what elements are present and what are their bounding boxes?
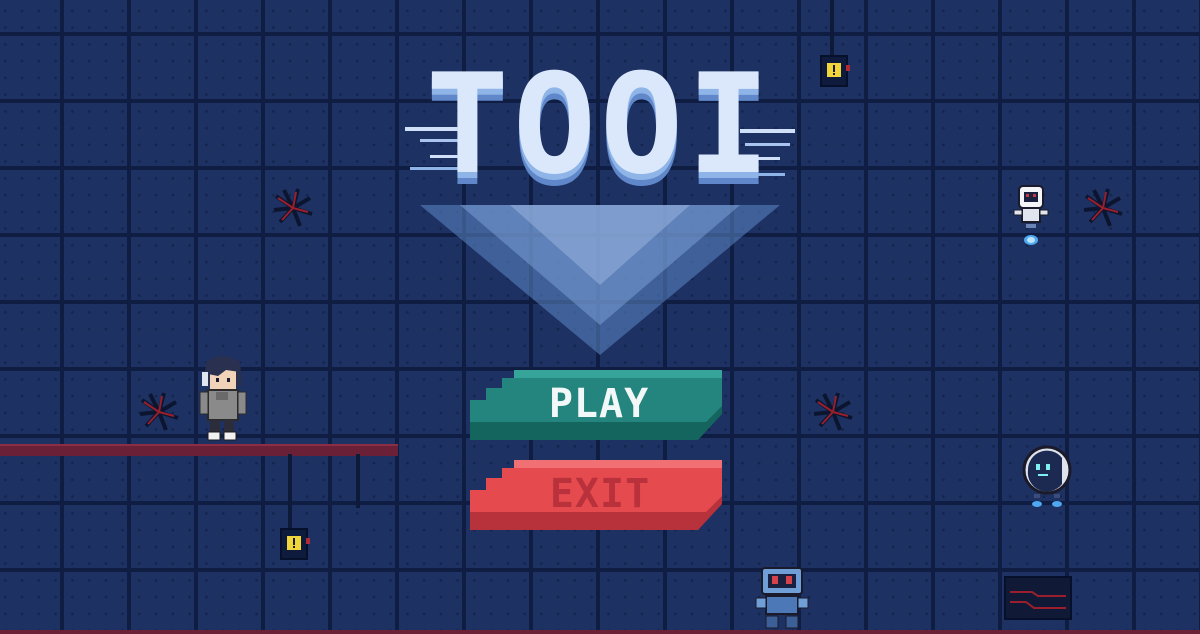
game-scene: TOOI PLAY EXIT xyxy=(0,0,1200,634)
hanging-cable xyxy=(830,0,834,58)
floor-edge xyxy=(0,630,1200,634)
platform-support xyxy=(356,454,360,508)
wall-crack-icon xyxy=(139,392,179,431)
warning-box-icon xyxy=(820,55,850,87)
game-title: TOOI xyxy=(425,44,775,205)
title-logo: TOOI xyxy=(400,55,800,355)
walker-robot xyxy=(755,567,809,629)
wall-crack-icon xyxy=(813,392,853,431)
play-button[interactable]: PLAY xyxy=(466,370,726,444)
warning-box-icon xyxy=(280,528,310,560)
round-robot xyxy=(1022,445,1072,507)
player-character xyxy=(199,356,247,441)
exit-button[interactable]: EXIT xyxy=(466,460,726,534)
wall-crack-icon xyxy=(273,188,313,227)
wall-crack-icon xyxy=(1083,188,1123,227)
flying-robot-white xyxy=(1013,185,1049,245)
wall-panel-screen xyxy=(1004,576,1072,620)
exit-label: EXIT xyxy=(549,471,651,517)
platform-support xyxy=(288,454,292,532)
ledge-platform xyxy=(0,444,398,456)
play-label: PLAY xyxy=(548,381,650,427)
